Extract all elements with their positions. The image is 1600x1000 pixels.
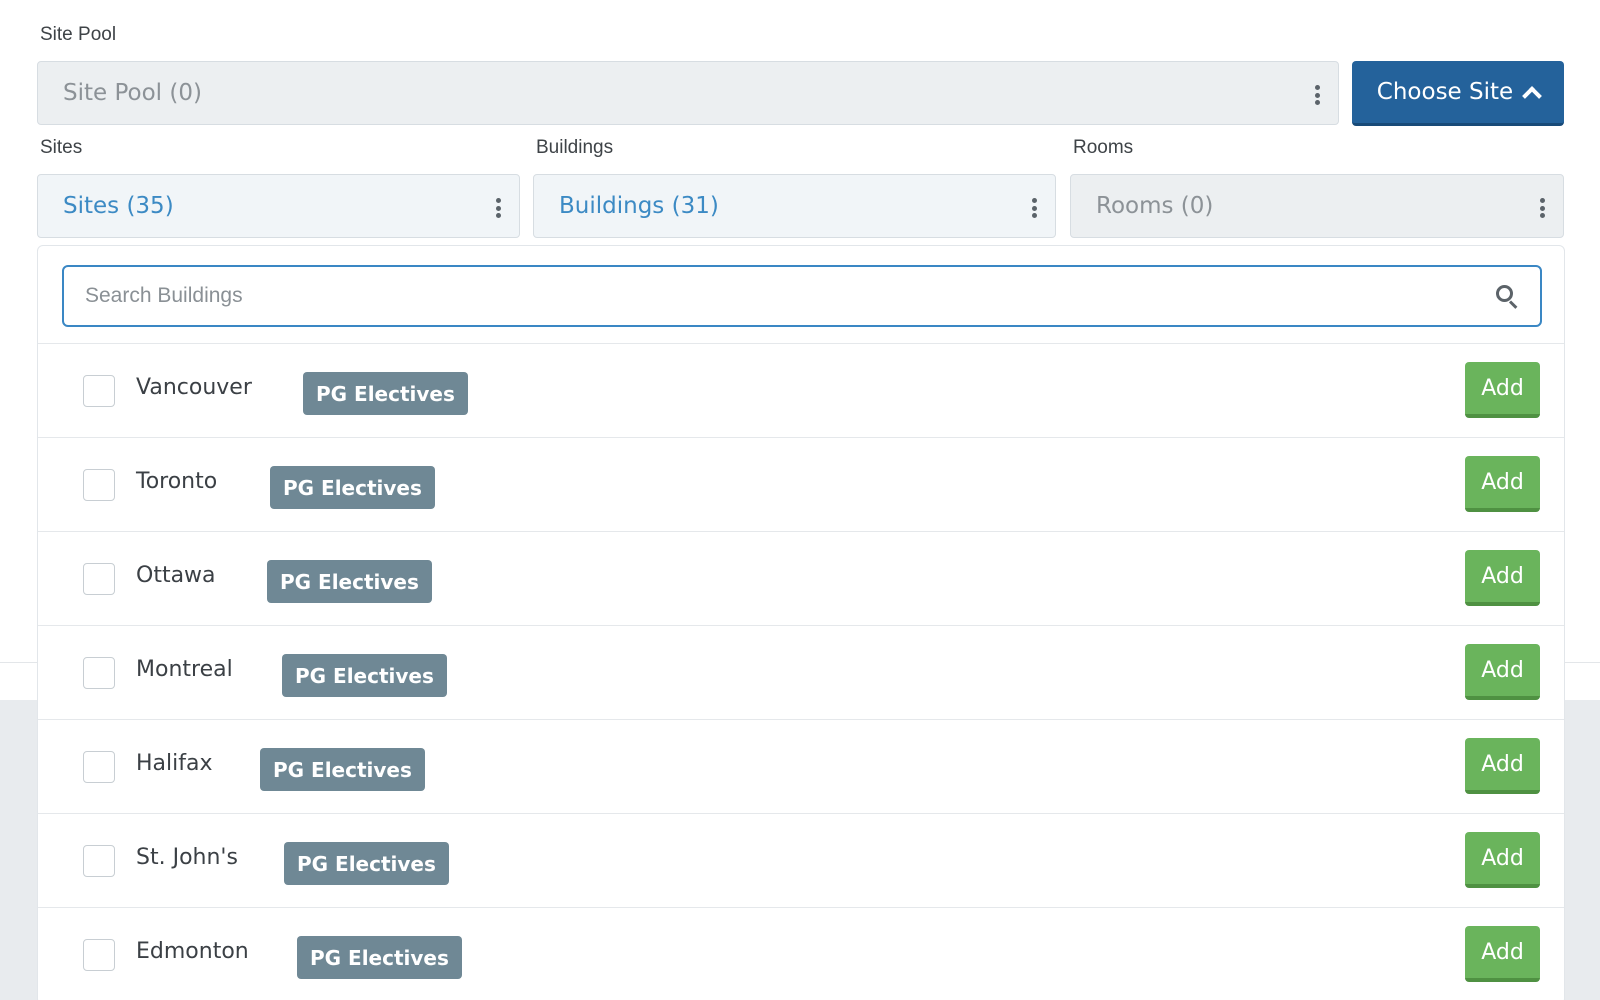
list-item: Edmonton PG Electives Add (38, 907, 1564, 1000)
add-button[interactable]: Add (1465, 926, 1540, 982)
add-button[interactable]: Add (1465, 644, 1540, 700)
choose-site-label: Choose Site (1376, 79, 1514, 105)
add-button[interactable]: Add (1465, 362, 1540, 418)
rooms-menu-icon[interactable] (1539, 198, 1545, 218)
program-tag: PG Electives (270, 466, 435, 509)
program-tag: PG Electives (297, 936, 462, 979)
building-name: Edmonton (136, 939, 249, 964)
list-item: St. John's PG Electives Add (38, 813, 1564, 907)
building-name: St. John's (136, 845, 238, 870)
sites-field[interactable]: Sites (35) (37, 174, 520, 238)
add-button[interactable]: Add (1465, 738, 1540, 794)
rooms-field[interactable]: Rooms (0) (1070, 174, 1564, 238)
list-item: Montreal PG Electives Add (38, 625, 1564, 719)
rooms-label: Rooms (1073, 137, 1134, 158)
building-name: Halifax (136, 751, 213, 776)
row-checkbox[interactable] (83, 751, 115, 783)
buildings-dropdown: Vancouver PG Electives Add Toronto PG El… (37, 245, 1565, 1000)
buildings-value: Buildings (31) (559, 193, 719, 219)
program-tag: PG Electives (260, 748, 425, 791)
buildings-label: Buildings (536, 137, 614, 158)
sites-menu-icon[interactable] (495, 198, 501, 218)
chevron-up-icon (1522, 86, 1543, 106)
site-pool-value: Site Pool (0) (63, 80, 202, 106)
list-item: Ottawa PG Electives Add (38, 531, 1564, 625)
building-list: Vancouver PG Electives Add Toronto PG El… (38, 343, 1564, 1000)
building-name: Vancouver (136, 375, 252, 400)
program-tag: PG Electives (267, 560, 432, 603)
buildings-field[interactable]: Buildings (31) (533, 174, 1056, 238)
row-checkbox[interactable] (83, 939, 115, 971)
site-pool-menu-icon[interactable] (1314, 85, 1320, 105)
row-checkbox[interactable] (83, 657, 115, 689)
add-button[interactable]: Add (1465, 550, 1540, 606)
add-button[interactable]: Add (1465, 456, 1540, 512)
row-checkbox[interactable] (83, 375, 115, 407)
search-icon[interactable] (1496, 285, 1518, 309)
site-pool-label: Site Pool (40, 24, 117, 45)
building-name: Toronto (136, 469, 218, 494)
search-input[interactable] (85, 284, 1485, 308)
list-item: Toronto PG Electives Add (38, 437, 1564, 531)
choose-site-button[interactable]: Choose Site (1352, 61, 1564, 126)
site-pool-field[interactable]: Site Pool (0) (37, 61, 1339, 125)
list-item: Vancouver PG Electives Add (38, 343, 1564, 437)
building-name: Montreal (136, 657, 233, 682)
row-checkbox[interactable] (83, 845, 115, 877)
add-button[interactable]: Add (1465, 832, 1540, 888)
row-checkbox[interactable] (83, 563, 115, 595)
program-tag: PG Electives (284, 842, 449, 885)
rooms-value: Rooms (0) (1096, 193, 1214, 219)
program-tag: PG Electives (303, 372, 468, 415)
search-box (62, 265, 1542, 327)
sites-value: Sites (35) (63, 193, 174, 219)
row-checkbox[interactable] (83, 469, 115, 501)
sites-label: Sites (40, 137, 83, 158)
program-tag: PG Electives (282, 654, 447, 697)
list-item: Halifax PG Electives Add (38, 719, 1564, 813)
buildings-menu-icon[interactable] (1031, 198, 1037, 218)
building-name: Ottawa (136, 563, 216, 588)
